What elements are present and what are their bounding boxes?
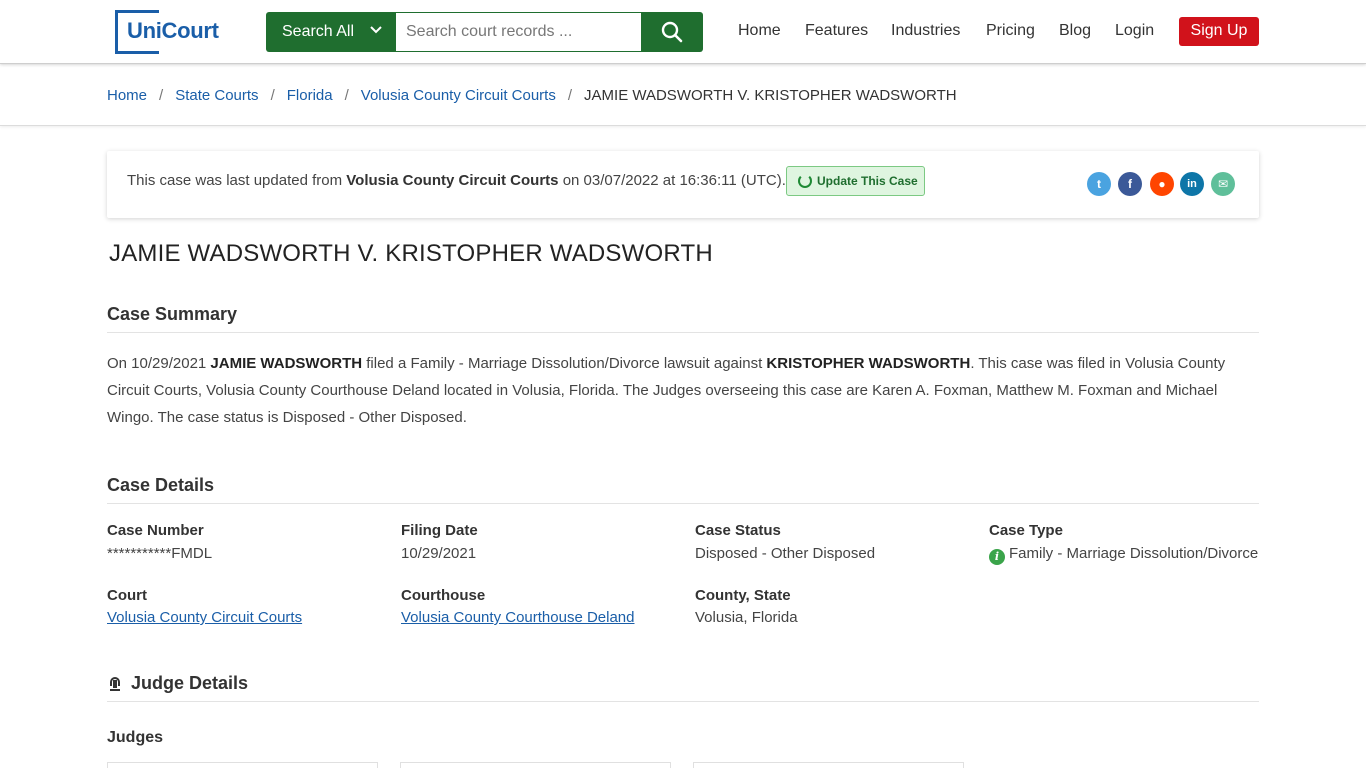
nav-blog[interactable]: Blog <box>1059 22 1091 40</box>
divider <box>107 701 1259 702</box>
facebook-icon[interactable]: f <box>1118 172 1142 196</box>
judge-card[interactable] <box>400 762 671 768</box>
reddit-icon[interactable]: ● <box>1150 172 1174 196</box>
chevron-down-icon <box>370 26 382 34</box>
signup-button[interactable]: Sign Up <box>1179 17 1259 46</box>
breadcrumb-separator: / <box>344 87 349 104</box>
update-suffix: on 03/07/2022 at 16:36:11 (UTC). <box>562 172 786 189</box>
top-navbar: UniCourt Search All Home Features Indust… <box>0 0 1366 64</box>
search-bar: Search All <box>266 12 703 52</box>
court-link[interactable]: Volusia County Circuit Courts <box>107 609 302 626</box>
update-court: Volusia County Circuit Courts <box>346 172 559 189</box>
search-input[interactable] <box>396 12 641 52</box>
summary-part: filed a Family - Marriage Dissolution/Di… <box>362 355 767 372</box>
case-number-label: Case Number <box>107 522 204 539</box>
county-state-value: Volusia, Florida <box>695 609 798 626</box>
case-type-text: Family - Marriage Dissolution/Divorce <box>1009 545 1259 562</box>
breadcrumb-florida[interactable]: Florida <box>287 87 333 104</box>
nav-features[interactable]: Features <box>805 22 868 40</box>
county-state-label: County, State <box>695 587 791 604</box>
summary-part: On 10/29/2021 <box>107 355 211 372</box>
breadcrumb-separator: / <box>567 87 573 104</box>
breadcrumb-separator: / <box>159 87 164 104</box>
nav-industries[interactable]: Industries <box>891 22 960 40</box>
info-icon[interactable]: i <box>989 549 1005 565</box>
case-type-label: Case Type <box>989 522 1063 539</box>
update-case-button[interactable]: Update This Case <box>786 166 925 196</box>
case-type-value: i Family - Marriage Dissolution/Divorce <box>989 545 1258 565</box>
update-case-label: Update This Case <box>817 174 918 188</box>
breadcrumb-volusia-circuit[interactable]: Volusia County Circuit Courts <box>361 87 556 104</box>
case-status-label: Case Status <box>695 522 781 539</box>
judges-subheading: Judges <box>107 729 164 746</box>
breadcrumb-home[interactable]: Home <box>107 87 147 104</box>
filing-date-label: Filing Date <box>401 522 478 539</box>
breadcrumb-current: JAMIE WADSWORTH V. KRISTOPHER WADSWORTH <box>584 87 957 104</box>
breadcrumb-separator: / <box>270 87 275 104</box>
judge-card[interactable] <box>693 762 964 768</box>
update-status-text: This case was last updated from Volusia … <box>127 172 786 189</box>
divider <box>107 503 1259 504</box>
judge-details-heading: Judge Details <box>131 673 249 693</box>
refresh-icon <box>798 174 812 188</box>
case-details-heading: Case Details <box>107 475 215 495</box>
breadcrumb: Home / State Courts / Florida / Volusia County… <box>107 87 957 104</box>
case-summary-text: On 10/29/2021 JAMIE WADSWORTH filed a Fa… <box>107 350 1259 431</box>
breadcrumb-state-courts[interactable]: State Courts <box>175 87 258 104</box>
plaintiff-name: JAMIE WADSWORTH <box>210 355 363 372</box>
update-prefix: This case was last updated from <box>127 172 343 189</box>
judge-icon <box>110 677 120 691</box>
unicourt-logo[interactable]: UniCourt <box>115 10 219 54</box>
search-scope-dropdown[interactable]: Search All <box>266 12 396 52</box>
courthouse-link[interactable]: Volusia County Courthouse Deland <box>401 609 634 626</box>
nav-login[interactable]: Login <box>1115 22 1154 40</box>
nav-pricing[interactable]: Pricing <box>986 22 1035 40</box>
court-label: Court <box>107 587 147 604</box>
judge-card[interactable] <box>107 762 378 768</box>
search-scope-label: Search All <box>282 23 355 40</box>
case-summary-heading: Case Summary <box>107 304 238 324</box>
courthouse-label: Courthouse <box>401 587 486 604</box>
breadcrumb-bar: Home / State Courts / Florida / Volusia County… <box>0 65 1366 126</box>
nav-home[interactable]: Home <box>738 22 781 40</box>
search-icon <box>661 21 683 43</box>
case-status-value: Disposed - Other Disposed <box>695 545 876 562</box>
divider <box>107 332 1259 333</box>
search-button[interactable] <box>641 12 703 52</box>
courthouse-value: Volusia County Courthouse Deland <box>401 609 634 626</box>
update-card: This case was last updated from Volusia … <box>107 151 1259 218</box>
page-title: JAMIE WADSWORTH V. KRISTOPHER WADSWORTH <box>109 240 713 267</box>
defendant-name: KRISTOPHER WADSWORTH <box>766 355 971 372</box>
email-icon[interactable]: ✉ <box>1211 172 1235 196</box>
logo-text: UniCourt <box>127 18 219 43</box>
filing-date-value: 10/29/2021 <box>401 545 477 562</box>
case-number-value: ***********FMDL <box>107 545 213 562</box>
linkedin-icon[interactable]: in <box>1180 172 1204 196</box>
court-value: Volusia County Circuit Courts <box>107 609 302 626</box>
twitter-icon[interactable]: t <box>1087 172 1111 196</box>
